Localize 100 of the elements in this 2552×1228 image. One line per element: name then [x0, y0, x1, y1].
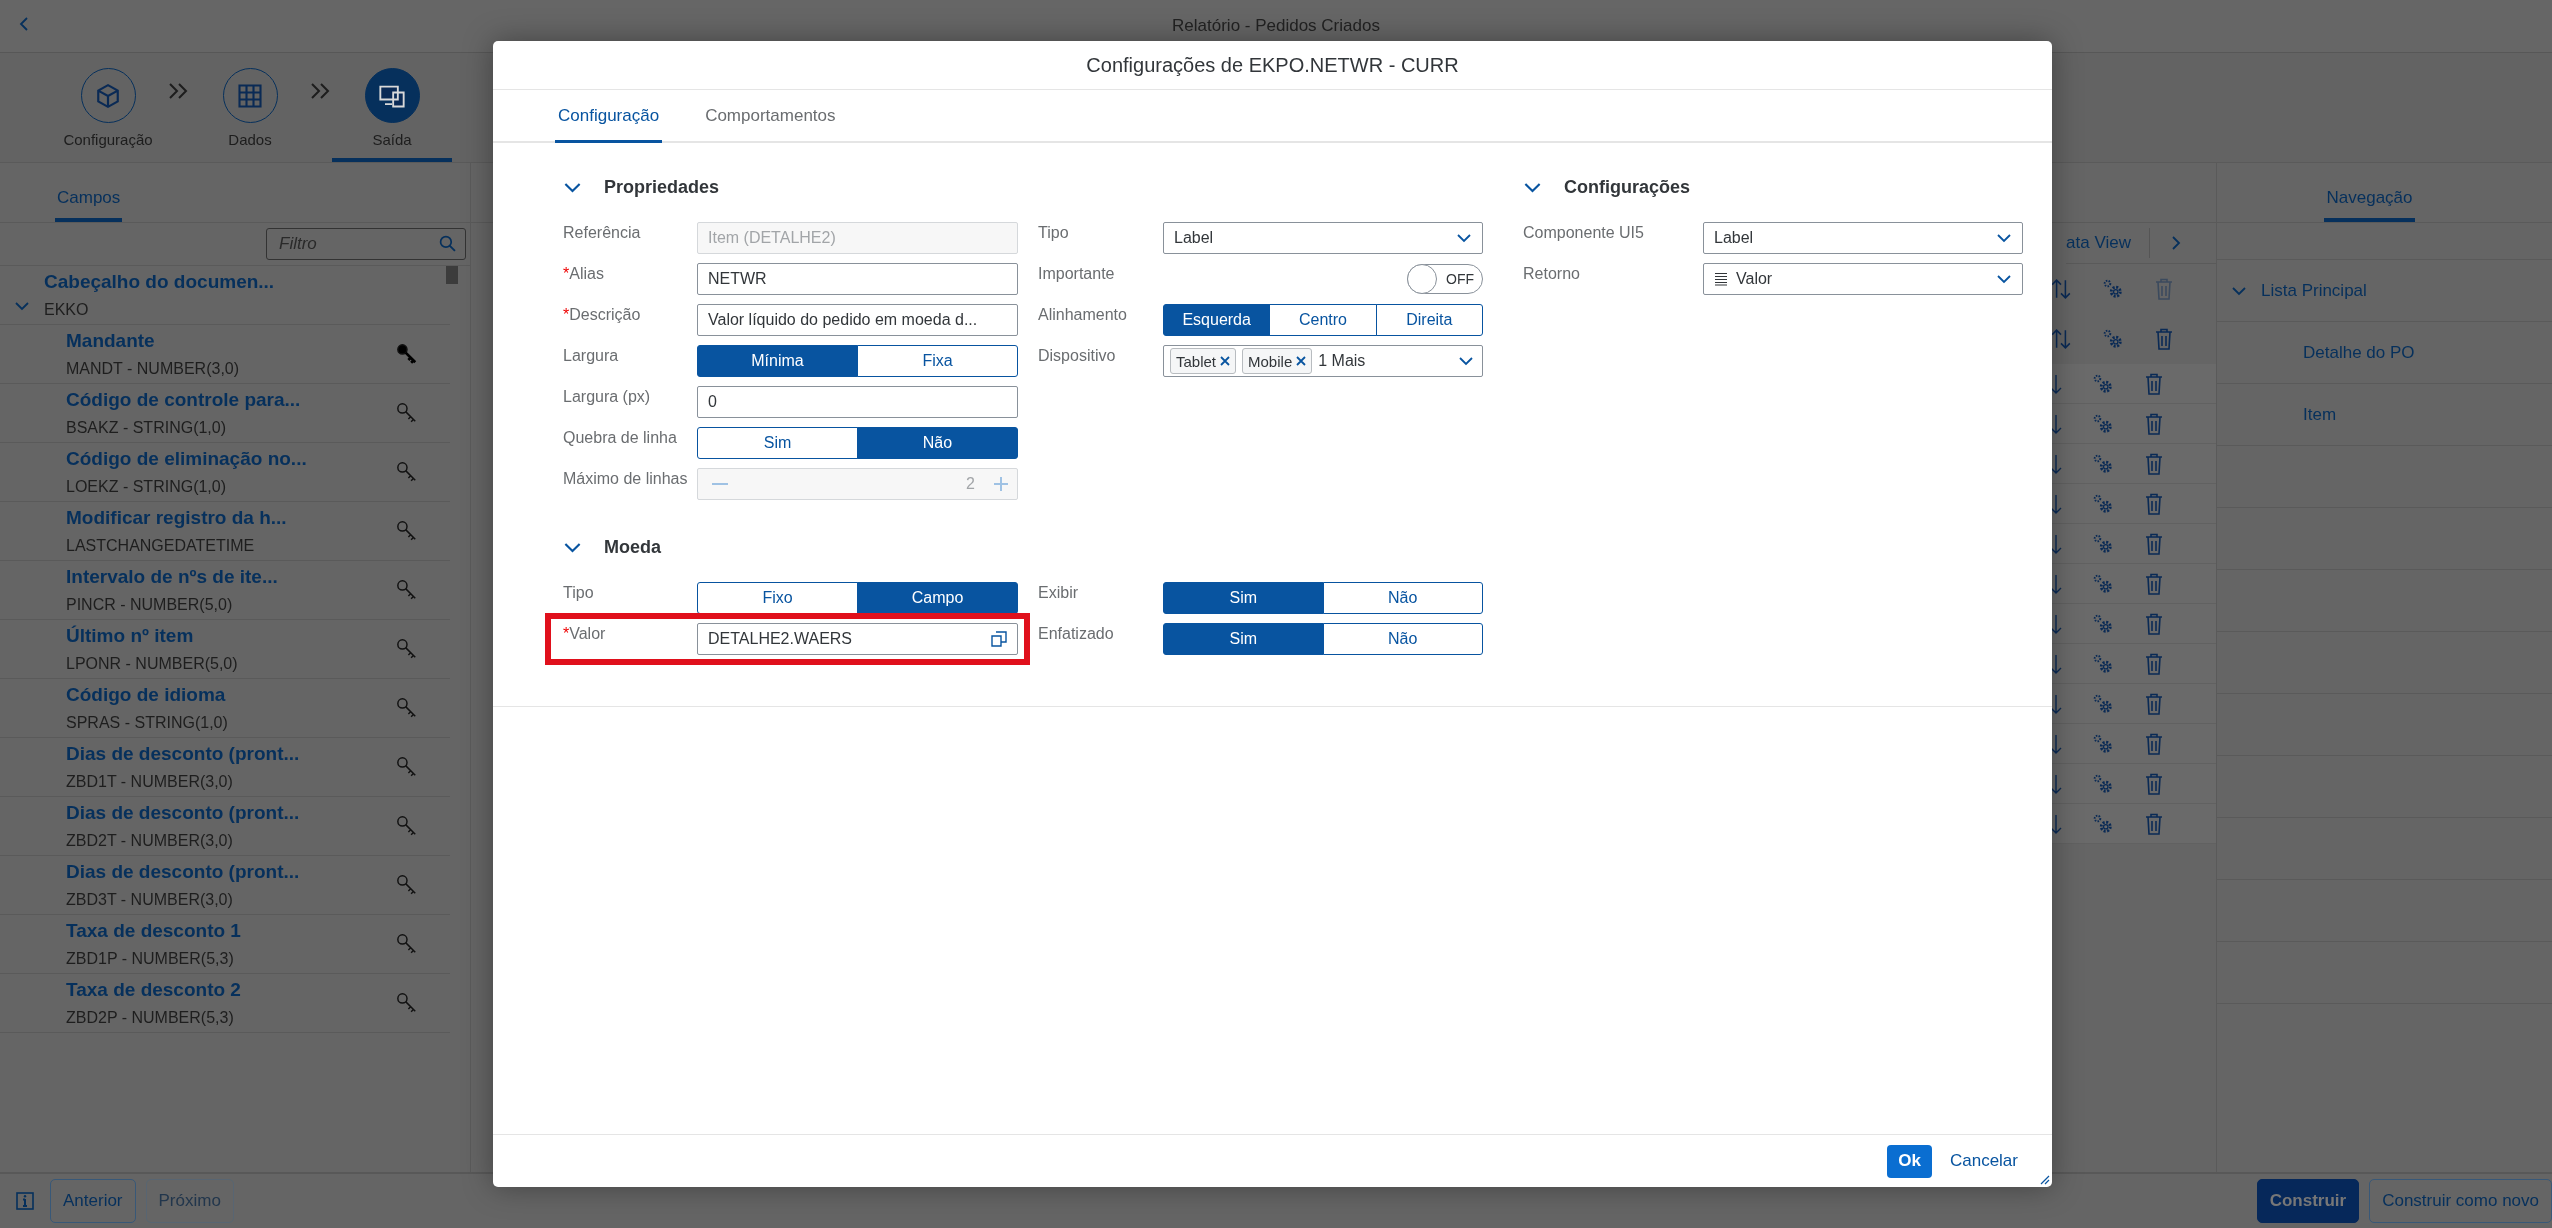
gears-icon[interactable]: [2102, 328, 2124, 350]
arrow-down-icon[interactable]: [2050, 572, 2062, 595]
trash-icon[interactable]: [2144, 572, 2164, 595]
key-icon[interactable]: [396, 756, 418, 778]
gears-icon[interactable]: [2092, 692, 2114, 715]
key-icon[interactable]: [396, 461, 418, 483]
gears-icon[interactable]: [2092, 372, 2114, 395]
gears-icon[interactable]: [2092, 612, 2114, 635]
gears-icon[interactable]: [2092, 452, 2114, 475]
dialog-tab[interactable]: Comportamentos: [702, 106, 839, 143]
resize-grip-icon[interactable]: [2038, 1173, 2050, 1185]
dialog-tab[interactable]: Configuração: [555, 106, 663, 143]
field-label: Exibir: [1038, 583, 1079, 602]
section-title: Configurações: [1564, 176, 1691, 198]
key-icon[interactable]: [396, 343, 418, 365]
arrow-down-icon[interactable]: [2050, 812, 2062, 835]
info-icon[interactable]: [16, 1192, 34, 1210]
search-field[interactable]: Filtro: [266, 228, 466, 260]
gears-icon[interactable]: [2092, 532, 2114, 555]
field-label: Importante: [1038, 264, 1116, 283]
token[interactable]: Tablet: [1170, 348, 1237, 374]
field-label: *Descrição: [563, 305, 642, 324]
key-icon[interactable]: [396, 697, 418, 719]
gears-icon[interactable]: [2092, 772, 2114, 795]
gears-icon[interactable]: [2092, 652, 2114, 675]
arrow-down-icon[interactable]: [2050, 652, 2062, 675]
build-button[interactable]: Construir: [2256, 1179, 2360, 1223]
segment-button[interactable]: Não: [1322, 623, 1483, 655]
dropdown-field[interactable]: Label: [1163, 222, 1483, 254]
ok-button[interactable]: Ok: [1887, 1144, 1932, 1178]
field-label: Dispositivo: [1038, 346, 1117, 365]
gears-icon[interactable]: [2092, 572, 2114, 595]
key-icon[interactable]: [396, 933, 418, 955]
key-icon[interactable]: [396, 992, 418, 1014]
trash-icon[interactable]: [2144, 412, 2164, 435]
multi-select-field[interactable]: Tablet Mobile 1 Mais: [1163, 345, 1483, 377]
dropdown-field[interactable]: Label: [1703, 222, 2023, 254]
minus-icon: [712, 483, 728, 485]
cancel-button[interactable]: Cancelar: [1945, 1144, 2022, 1178]
sort-icon[interactable]: [2050, 328, 2072, 350]
text-field[interactable]: Valor líquido do pedido em moeda d...: [697, 304, 1018, 336]
trash-icon[interactable]: [2144, 772, 2164, 795]
arrow-down-icon[interactable]: [2050, 732, 2062, 755]
arrow-down-icon[interactable]: [2050, 532, 2062, 555]
field-type: ZBD2P - NUMBER(5,3): [66, 1009, 235, 1027]
segment-button[interactable]: Sim: [697, 427, 858, 459]
value-help-field[interactable]: DETALHE2.WAERS: [697, 623, 1018, 655]
trash-icon[interactable]: [2144, 372, 2164, 395]
trash-icon[interactable]: [2144, 812, 2164, 835]
wizard-step[interactable]: Configuração: [48, 68, 168, 162]
trash-icon[interactable]: [2144, 452, 2164, 475]
arrow-down-icon[interactable]: [2050, 452, 2062, 475]
arrow-down-icon[interactable]: [2050, 372, 2062, 395]
key-icon[interactable]: [396, 579, 418, 601]
segment-button[interactable]: Sim: [1163, 623, 1324, 655]
scrollbar[interactable]: [446, 266, 458, 284]
trash-icon[interactable]: [2154, 328, 2174, 350]
trash-icon[interactable]: [2144, 652, 2164, 675]
field-type: LPONR - NUMBER(5,0): [66, 655, 239, 673]
token[interactable]: Mobile: [1242, 348, 1313, 374]
trash-icon[interactable]: [2144, 492, 2164, 515]
gears-icon[interactable]: [2102, 278, 2124, 300]
trash-icon[interactable]: [2144, 532, 2164, 555]
gears-icon[interactable]: [2092, 492, 2114, 515]
arrow-down-icon[interactable]: [2050, 772, 2062, 795]
key-icon[interactable]: [396, 638, 418, 660]
arrow-down-icon[interactable]: [2050, 692, 2062, 715]
arrow-down-icon[interactable]: [2050, 612, 2062, 635]
segment-button[interactable]: Não: [857, 427, 1018, 459]
segment-button[interactable]: Mínima: [697, 345, 858, 377]
key-icon[interactable]: [396, 815, 418, 837]
key-icon[interactable]: [396, 520, 418, 542]
segment-button[interactable]: Centro: [1269, 304, 1377, 336]
trash-icon[interactable]: [2144, 612, 2164, 635]
trash-icon[interactable]: [2144, 692, 2164, 715]
sort-icon[interactable]: [2050, 278, 2072, 300]
tree-node-subtitle: EKKO: [44, 301, 90, 319]
segment-button[interactable]: Não: [1322, 582, 1483, 614]
key-icon[interactable]: [396, 874, 418, 896]
key-icon[interactable]: [396, 402, 418, 424]
arrow-down-icon[interactable]: [2050, 412, 2062, 435]
segment-button[interactable]: Esquerda: [1163, 304, 1271, 336]
segment-button[interactable]: Sim: [1163, 582, 1324, 614]
gears-icon[interactable]: [2092, 412, 2114, 435]
gears-icon[interactable]: [2092, 812, 2114, 835]
gears-icon[interactable]: [2092, 732, 2114, 755]
wizard-step[interactable]: Saída: [332, 68, 452, 162]
trash-icon[interactable]: [2144, 732, 2164, 755]
segment-button[interactable]: Fixo: [697, 582, 858, 614]
dropdown-field[interactable]: Valor: [1703, 263, 2023, 295]
field-type: LOEKZ - STRING(1,0): [66, 478, 228, 496]
segment-button[interactable]: Direita: [1375, 304, 1483, 336]
text-field[interactable]: NETWR: [697, 263, 1018, 295]
segment-button[interactable]: Campo: [857, 582, 1018, 614]
field-label: Largura: [563, 346, 620, 365]
cube-icon: [95, 82, 121, 109]
segment-button[interactable]: Fixa: [857, 345, 1018, 377]
text-field[interactable]: 0: [697, 386, 1018, 418]
wizard-step[interactable]: Dados: [190, 68, 310, 162]
arrow-down-icon[interactable]: [2050, 492, 2062, 515]
